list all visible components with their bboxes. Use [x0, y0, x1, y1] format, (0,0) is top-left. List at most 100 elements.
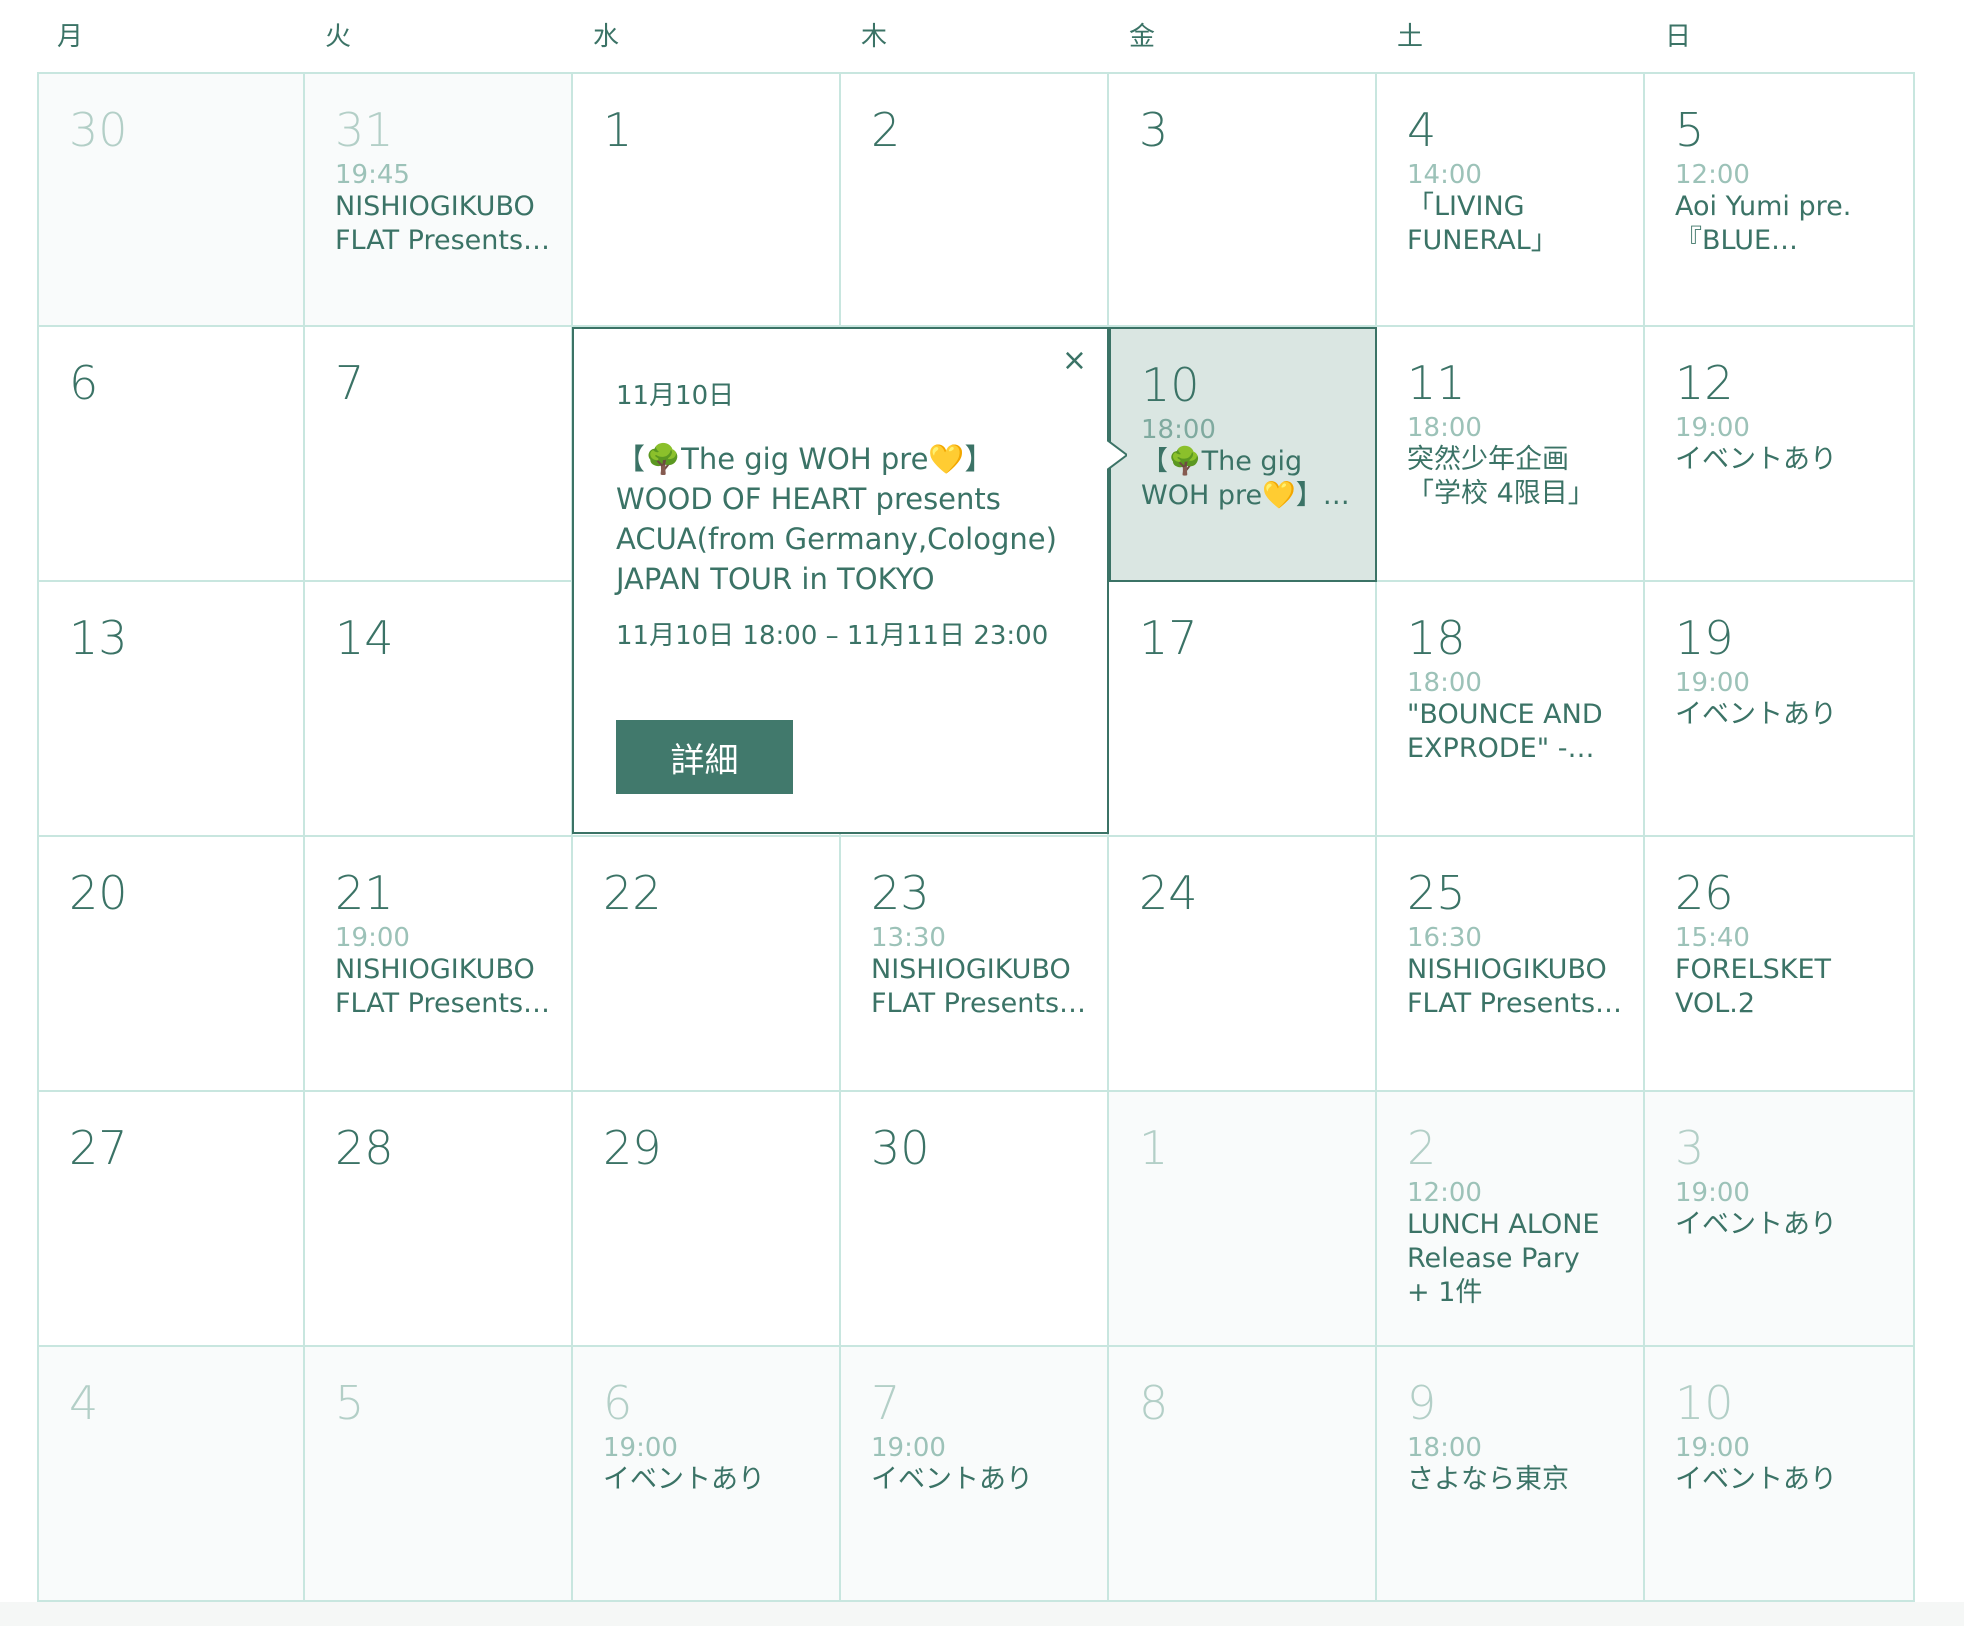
event-title[interactable]: イベントあり: [1675, 1463, 1890, 1497]
day-cell[interactable]: 23 13:30 NISHIOGIKUBO FLAT Presents…: [841, 837, 1109, 1092]
day-number: 14: [335, 611, 394, 665]
day-number: 28: [335, 1121, 394, 1175]
day-cell[interactable]: 21 19:00 NISHIOGIKUBO FLAT Presents…: [305, 837, 573, 1092]
event-title[interactable]: NISHIOGIKUBO FLAT Presents…: [335, 190, 550, 258]
weekday-label: 月: [57, 22, 84, 52]
event-title[interactable]: LUNCH ALONE Release Pary: [1407, 1208, 1622, 1276]
day-number: 1: [1139, 1121, 1169, 1175]
day-number: 23: [871, 866, 930, 920]
day-cell[interactable]: 24: [1109, 837, 1377, 1092]
event-title[interactable]: イベントあり: [871, 1463, 1086, 1497]
day-cell[interactable]: 2: [841, 72, 1109, 327]
day-cell[interactable]: 3: [1109, 72, 1377, 327]
weekday-label: 金: [1129, 22, 1156, 52]
day-cell[interactable]: 1: [573, 72, 841, 327]
day-cell[interactable]: 5: [305, 1347, 573, 1602]
day-number: 12: [1675, 356, 1734, 410]
day-cell[interactable]: 20: [37, 837, 305, 1092]
day-cell[interactable]: 5 12:00 Aoi Yumi pre. 『BLUE…: [1645, 72, 1915, 327]
calendar-grid: 30 31 19:45 NISHIOGIKUBO FLAT Presents… 1 2 3 4…: [37, 72, 1915, 1602]
day-number: 3: [1675, 1121, 1705, 1175]
day-cell[interactable]: 7 19:00 イベントあり: [841, 1347, 1109, 1602]
day-cell[interactable]: 28: [305, 1092, 573, 1347]
weekday-label: 火: [325, 22, 352, 52]
event-title[interactable]: FORELSKET VOL.2: [1675, 953, 1890, 1021]
event-time: 16:30: [1407, 923, 1482, 953]
day-cell[interactable]: 12 19:00 イベントあり: [1645, 327, 1915, 582]
day-cell[interactable]: 26 15:40 FORELSKET VOL.2: [1645, 837, 1915, 1092]
weekday-label: 日: [1665, 22, 1692, 52]
day-cell[interactable]: 31 19:45 NISHIOGIKUBO FLAT Presents…: [305, 72, 573, 327]
day-number: 4: [69, 1376, 99, 1430]
day-number: 2: [1407, 1121, 1437, 1175]
day-number: 27: [69, 1121, 128, 1175]
day-cell[interactable]: 6: [37, 327, 305, 582]
details-button[interactable]: 詳細: [616, 720, 793, 794]
day-cell[interactable]: 29: [573, 1092, 841, 1347]
weekday-label: 木: [861, 22, 888, 52]
event-time: 18:00: [1407, 413, 1482, 443]
day-cell[interactable]: 9 18:00 さよなら東京: [1377, 1347, 1645, 1602]
day-cell[interactable]: 25 16:30 NISHIOGIKUBO FLAT Presents…: [1377, 837, 1645, 1092]
day-cell[interactable]: 30: [37, 72, 305, 327]
day-cell[interactable]: 27: [37, 1092, 305, 1347]
day-cell[interactable]: 4: [37, 1347, 305, 1602]
day-cell[interactable]: 7: [305, 327, 573, 582]
day-number: 31: [335, 103, 394, 157]
close-icon[interactable]: ×: [1062, 343, 1087, 378]
day-cell[interactable]: 4 14:00 「LIVING FUNERAL」: [1377, 72, 1645, 327]
day-number: 4: [1407, 103, 1437, 157]
day-number: 30: [69, 103, 128, 157]
day-number: 17: [1139, 611, 1198, 665]
day-cell[interactable]: 18 18:00 "BOUNCE AND EXPRODE" -…: [1377, 582, 1645, 837]
popup-event-title: 【🌳The gig WOH pre💛】 WOOD OF HEART presen…: [616, 442, 1057, 596]
event-title[interactable]: NISHIOGIKUBO FLAT Presents…: [871, 953, 1086, 1021]
day-cell[interactable]: 3 19:00 イベントあり: [1645, 1092, 1915, 1347]
day-cell[interactable]: 1: [1109, 1092, 1377, 1347]
day-cell[interactable]: 11 18:00 突然少年企画 「学校 4限目」: [1377, 327, 1645, 582]
event-title[interactable]: イベントあり: [1675, 698, 1890, 732]
event-title[interactable]: イベントあり: [1675, 443, 1890, 477]
popup-time-range: 11月10日 18:00 – 11月11日 23:00: [616, 621, 1049, 651]
event-title[interactable]: イベントあり: [1675, 1208, 1890, 1242]
day-cell[interactable]: 6 19:00 イベントあり: [573, 1347, 841, 1602]
event-title[interactable]: 突然少年企画 「学校 4限目」: [1407, 443, 1622, 511]
day-number: 6: [603, 1376, 633, 1430]
event-title[interactable]: さよなら東京: [1407, 1463, 1622, 1497]
page-footer-strip: [0, 1602, 1964, 1626]
day-cell[interactable]: 2 12:00 LUNCH ALONE Release Pary + 1件: [1377, 1092, 1645, 1347]
day-cell[interactable]: 13: [37, 582, 305, 837]
day-cell[interactable]: 8: [1109, 1347, 1377, 1602]
event-time: 19:00: [1675, 1433, 1750, 1463]
event-title[interactable]: NISHIOGIKUBO FLAT Presents…: [1407, 953, 1622, 1021]
day-number: 11: [1407, 356, 1466, 410]
day-number: 30: [871, 1121, 930, 1175]
event-title[interactable]: Aoi Yumi pre. 『BLUE…: [1675, 190, 1890, 258]
popup-pointer: [1107, 440, 1127, 470]
day-cell[interactable]: 30: [841, 1092, 1109, 1347]
event-title[interactable]: 【🌳The gig WOH pre💛】…: [1141, 445, 1356, 513]
day-number: 8: [1139, 1376, 1169, 1430]
event-time: 19:00: [1675, 1178, 1750, 1208]
event-time: 19:45: [335, 160, 410, 190]
day-cell[interactable]: 22: [573, 837, 841, 1092]
weekday-header: 月火水木金土日: [0, 0, 1964, 72]
day-cell[interactable]: 10 19:00 イベントあり: [1645, 1347, 1915, 1602]
more-events-link[interactable]: + 1件: [1407, 1276, 1643, 1310]
event-title[interactable]: "BOUNCE AND EXPRODE" -…: [1407, 698, 1622, 766]
day-number: 9: [1407, 1376, 1437, 1430]
day-cell[interactable]: 14: [305, 582, 573, 837]
day-cell[interactable]: 17: [1109, 582, 1377, 837]
day-number: 3: [1139, 103, 1169, 157]
day-cell[interactable]: 19 19:00 イベントあり: [1645, 582, 1915, 837]
event-title[interactable]: 「LIVING FUNERAL」: [1407, 190, 1622, 258]
day-number: 21: [335, 866, 394, 920]
event-time: 19:00: [871, 1433, 946, 1463]
event-time: 19:00: [335, 923, 410, 953]
day-cell[interactable]: 10 18:00 【🌳The gig WOH pre💛】…: [1109, 327, 1377, 582]
day-number: 10: [1675, 1376, 1734, 1430]
event-time: 18:00: [1141, 415, 1216, 445]
day-number: 19: [1675, 611, 1734, 665]
event-title[interactable]: イベントあり: [603, 1463, 818, 1497]
event-title[interactable]: NISHIOGIKUBO FLAT Presents…: [335, 953, 550, 1021]
